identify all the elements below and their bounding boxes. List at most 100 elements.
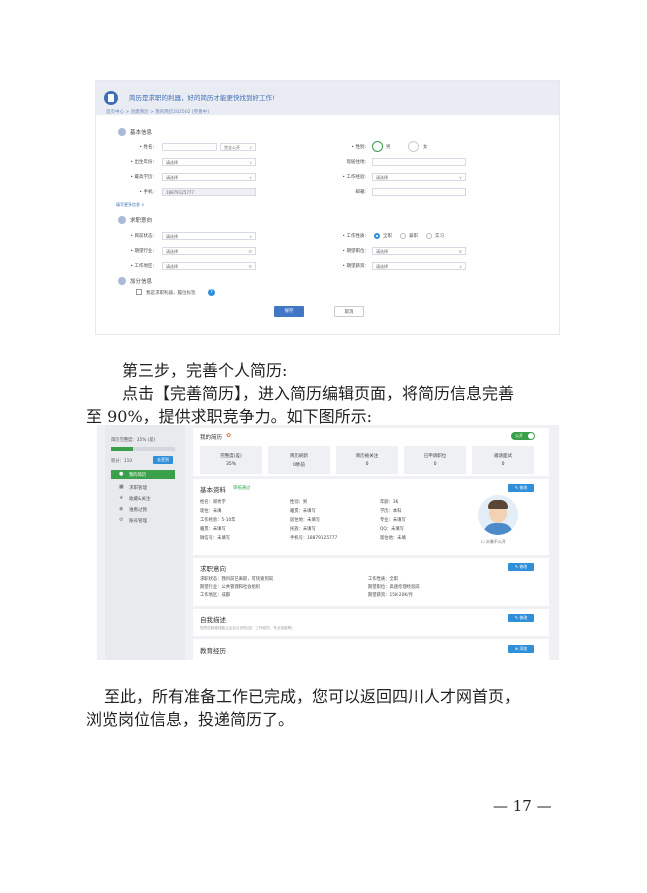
self-description-hint: 您的自我描述能让企业认识您(如：工作经历、专业技能等) — [200, 626, 293, 630]
save-button[interactable]: 保存 — [274, 306, 304, 317]
avatar-private-label: 头像不公开 — [485, 539, 506, 544]
job-type-label: • 工作性质: — [342, 234, 366, 239]
checkin-button[interactable]: 去签到 — [153, 456, 173, 464]
name-visibility-value: 完全公开 — [224, 145, 240, 150]
basic-info-field: 工作经验：5-10年 — [200, 518, 236, 523]
residence-input[interactable] — [372, 158, 466, 166]
sidebar-item-job-manage[interactable]: ■ 求职管理 — [111, 483, 175, 492]
male-option[interactable]: 男 — [386, 144, 391, 150]
completeness-bar-fill — [111, 447, 134, 451]
self-description-title: 自我描述 — [200, 616, 226, 624]
stat-value: 0 — [433, 462, 437, 467]
basic-info-card: 基本资料 审核通过 ✎ 修改 姓名：郑秀字 性别：男 年龄：36 现住：未填 籍贯：未填… — [193, 479, 549, 555]
extra-checkbox[interactable] — [136, 289, 142, 295]
email-input[interactable] — [372, 188, 466, 196]
area-select[interactable]: 请选择 ☰ — [162, 262, 256, 270]
star-icon: ★ — [119, 495, 124, 501]
basic-info-field: 民族：未填写 — [290, 527, 316, 532]
name-visibility-select[interactable]: 完全公开 ∨ — [220, 143, 256, 151]
stat-label: 简历被关注 — [355, 454, 379, 459]
email-label: 邮箱: — [355, 190, 366, 195]
status-select[interactable]: 请选择 ∨ — [162, 232, 256, 240]
position-select-value: 请选择 — [376, 249, 388, 254]
resume-form-screenshot: 简历是求职的利器，好的简历才能更快找到好工作! 首页中心 > 创建简历 > 我的… — [95, 80, 560, 335]
intern-radio[interactable] — [426, 233, 432, 239]
points-text: 积分：110 — [111, 459, 133, 464]
experience-select-value: 请选择 — [376, 175, 388, 180]
help-icon[interactable]: ? — [208, 289, 215, 296]
extra-checkbox-label: 我是求职利器，履位标签 — [146, 291, 196, 296]
name-input[interactable] — [162, 143, 217, 151]
add-education-button[interactable]: ⊕ 添加 — [508, 645, 534, 653]
more-info-link[interactable]: 填写更多信息 ∨ — [116, 202, 144, 208]
education-select[interactable]: 请选择 ∨ — [162, 173, 256, 181]
stat-label: 简历刷新 — [290, 454, 308, 459]
edit-basic-button[interactable]: ✎ 修改 — [508, 484, 534, 492]
intern-label: 实习 — [435, 234, 444, 239]
list-icon: ☰ — [248, 249, 252, 254]
list-icon: ☰ — [458, 249, 462, 254]
male-avatar-icon[interactable] — [372, 141, 383, 152]
avatar-private-checkbox[interactable]: ☐ 头像不公开 — [481, 539, 506, 545]
salary-select[interactable]: 请选择 ∨ — [372, 262, 466, 270]
phone-label: • 手机: — [139, 190, 154, 195]
step3-body-line1: 点击【完善简历】，进入简历编辑页面，将简历信息完善 — [122, 384, 515, 403]
fulltime-radio[interactable] — [374, 233, 380, 239]
area-label: • 工作地区: — [130, 264, 154, 269]
stat-box[interactable]: 简历被关注 0 — [336, 446, 398, 474]
parttime-radio[interactable] — [400, 233, 406, 239]
birth-select-value: 请选择 — [166, 160, 178, 165]
status-label: • 目前状态: — [130, 234, 154, 239]
resume-main: 我的简历 ✿ 公开 完整度(差) 35% 简历刷新 0秒前 简历被关注 0 已申请职位 0 邀请… — [193, 425, 559, 660]
basic-info-title: 基本资料 — [200, 486, 226, 494]
status-select-value: 请选择 — [166, 234, 178, 239]
basic-info-field: 现住地：未填 — [380, 536, 406, 541]
industry-select[interactable]: 请选择 ☰ — [162, 247, 256, 255]
name-label: • 姓名: — [139, 145, 154, 150]
cancel-button[interactable]: 取消 — [334, 306, 364, 317]
residence-label: 现居住地: — [346, 160, 366, 165]
sidebar-item-label: 账号管理 — [129, 519, 147, 524]
sidebar-item-favorites[interactable]: ★ 收藏&关注 — [111, 494, 175, 503]
eye-icon: ◉ — [119, 506, 124, 512]
birth-select[interactable]: 请选择 ∨ — [162, 158, 256, 166]
sidebar-item-my-resume[interactable]: ● 我的简历 — [111, 470, 175, 479]
experience-select[interactable]: 请选择 ∨ — [372, 173, 466, 181]
position-label: • 期望职位: — [342, 249, 366, 254]
education-title: 教育经历 — [200, 647, 226, 655]
stat-box[interactable]: 完整度(差) 35% — [200, 446, 262, 474]
education-card: 教育经历 ⊕ 添加 — [193, 639, 549, 660]
user-icon: ● — [119, 471, 124, 477]
edit-intent-button[interactable]: ✎ 修改 — [508, 563, 534, 571]
industry-select-value: 请选择 — [166, 249, 178, 254]
briefcase-icon: ■ — [119, 484, 124, 490]
stat-box[interactable]: 简历刷新 0秒前 — [268, 446, 330, 474]
basic-info-field: 学历：本科 — [380, 509, 402, 514]
basic-info-field: 性别：男 — [290, 500, 308, 505]
fulltime-label: 全职 — [383, 234, 392, 239]
stat-box[interactable]: 邀请面试 0 — [472, 446, 534, 474]
edit-self-button-label: 修改 — [519, 615, 528, 620]
chevron-down-icon: ∨ — [249, 234, 252, 239]
final-text-line1: 至此，所有准备工作已完成，您可以返回四川人才网首页， — [104, 687, 521, 706]
stat-box[interactable]: 已申请职位 0 — [404, 446, 466, 474]
intent-area: 工作地区：成都 — [200, 593, 231, 598]
sidebar-item-account[interactable]: ⚙ 账号管理 — [111, 516, 175, 525]
female-option[interactable]: 女 — [423, 144, 428, 150]
edit-self-button[interactable]: ✎ 修改 — [508, 614, 534, 622]
section-extra-title: 加分信息 — [130, 279, 153, 285]
sidebar-item-label: 谁看过我 — [129, 508, 147, 513]
completeness-bar — [111, 447, 175, 451]
area-select-value: 请选择 — [166, 264, 178, 269]
female-avatar-icon[interactable] — [408, 141, 419, 152]
breadcrumb[interactable]: 首页中心 > 创建简历 > 我的简历202502 [完善中] — [106, 109, 209, 115]
public-toggle[interactable]: 公开 — [511, 432, 535, 440]
sidebar-item-label: 求职管理 — [129, 486, 147, 491]
phone-input[interactable]: 18879125777 — [162, 188, 256, 196]
sidebar-item-visitors[interactable]: ◉ 谁看过我 — [111, 505, 175, 514]
avatar[interactable] — [478, 495, 518, 535]
position-select[interactable]: 请选择 ☰ — [372, 247, 466, 255]
chevron-down-icon: ∨ — [249, 160, 252, 165]
self-description-card: 自我描述 ✎ 修改 您的自我描述能让企业认识您(如：工作经历、专业技能等) — [193, 609, 549, 636]
chevron-down-icon: ∨ — [459, 175, 462, 180]
